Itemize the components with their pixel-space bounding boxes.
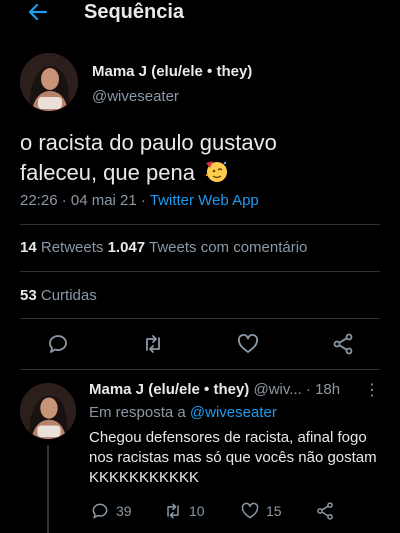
tweet-text-line-1: o racista do paulo gustavo [20,130,277,155]
reply-reply-action[interactable]: 39 [90,501,132,521]
reply-icon[interactable] [90,501,110,521]
in-reply-handle[interactable]: @wiveseater [190,404,277,421]
tweet-meta: 22:26 · 04 mai 21 · Twitter Web App [20,192,259,209]
reply-header[interactable]: Mama J (elu/ele • they) @wiv... · 18h [89,381,340,398]
more-options-icon[interactable]: ⋮ [364,380,380,400]
reply-like-action[interactable]: 15 [240,501,282,521]
reply-icon[interactable] [46,332,70,356]
thread-line [47,445,49,533]
share-icon[interactable] [315,501,335,521]
retweets-label: Retweets [36,239,108,256]
retweet-icon[interactable] [141,332,165,356]
reply-retweet-action[interactable]: 10 [163,501,205,521]
like-icon[interactable] [236,332,260,356]
quotes-count: 1.047 [107,239,146,256]
page-title: Sequência [84,1,185,23]
top-bar: Sequência [0,0,400,34]
retweet-count: 10 [189,503,205,519]
divider [20,369,380,370]
reply-author-name[interactable]: Mama J (elu/ele • they) [89,381,249,398]
retweets-count: 14 [20,239,37,256]
share-icon[interactable] [331,332,355,356]
author-handle[interactable]: @wiveseater [92,88,179,105]
tweet-text: o racista do paulo gustavo faleceu, que … [20,129,380,190]
tweet-text-line-2: faleceu, que pena [20,160,195,185]
divider [20,224,380,225]
divider [20,271,380,272]
back-arrow-icon[interactable] [26,0,50,24]
retweet-icon[interactable] [163,501,183,521]
divider [20,318,380,319]
partying-face-icon [203,157,229,190]
reply-handle-time: @wiv... · 18h [249,381,341,398]
like-count: 15 [266,503,282,519]
avatar[interactable] [20,53,78,111]
likes-label: Curtidas [36,287,97,304]
like-icon[interactable] [240,501,260,521]
reply-share-action[interactable] [315,501,335,521]
tweet-source-link[interactable]: Twitter Web App [150,192,259,209]
tweet-timestamp: 22:26 · 04 mai 21 · [20,192,150,209]
in-reply-to: Em resposta a @wiveseater [89,404,277,421]
retweet-stats[interactable]: 14 Retweets 1.047 Tweets com comentário [20,239,307,256]
quotes-label: Tweets com comentário [145,239,308,256]
likes-count: 53 [20,287,37,304]
in-reply-prefix: Em resposta a [89,404,190,421]
likes-stats[interactable]: 53 Curtidas [20,287,97,304]
author-name[interactable]: Mama J (elu/ele • they) [92,63,252,80]
reply-count: 39 [116,503,132,519]
reply-text: Chegou defensores de racista, afinal fog… [89,429,377,486]
avatar[interactable] [20,383,76,439]
